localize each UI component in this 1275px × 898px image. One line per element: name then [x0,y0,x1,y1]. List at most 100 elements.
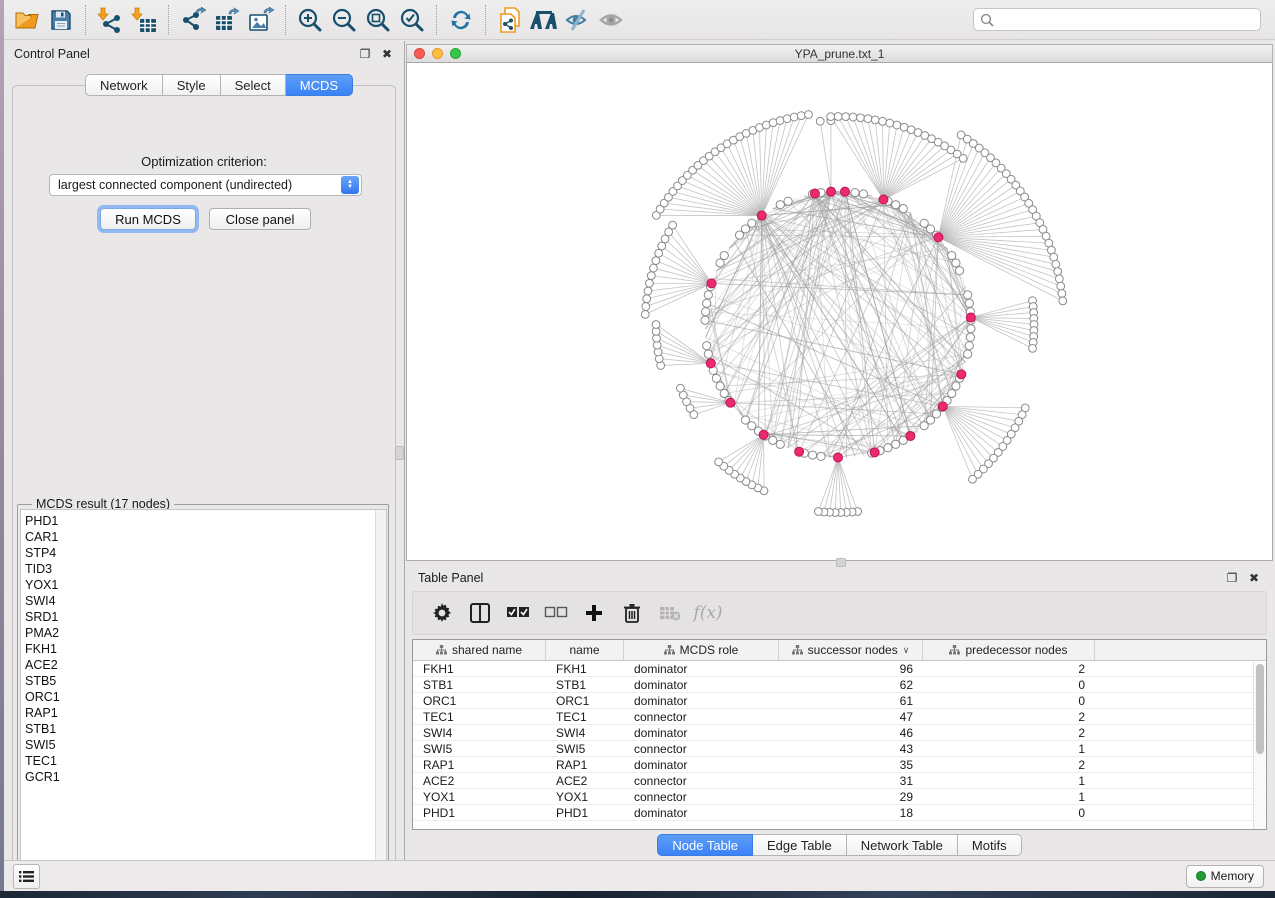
mcds-result-item[interactable]: STP4 [25,545,386,561]
table-cell: SWI5 [546,742,624,756]
delete-column-icon[interactable] [617,598,647,628]
function-builder-icon[interactable]: f(x) [693,598,723,628]
select-all-rows-icon[interactable] [503,598,533,628]
zoom-fit-icon[interactable] [361,4,395,36]
run-mcds-button[interactable]: Run MCDS [100,208,196,230]
tab-node-table[interactable]: Node Table [657,834,753,856]
table-scrollbar[interactable] [1253,662,1265,830]
import-network-icon[interactable] [93,4,127,36]
vertical-splitter-handle[interactable] [395,446,404,460]
mcds-result-item[interactable]: GCR1 [25,769,386,785]
table-scrollbar-thumb[interactable] [1256,664,1264,754]
search-icon [980,13,994,27]
table-cell: YOX1 [546,790,624,804]
search-input[interactable] [973,8,1261,31]
splitter-handle[interactable] [836,558,846,567]
desktop-wallpaper-bottom [0,891,1275,898]
network-view-window: YPA_prune.txt_1 [406,44,1273,561]
table-row[interactable]: PHD1PHD1dominator180 [413,805,1266,821]
export-table-icon[interactable] [210,4,244,36]
mcds-result-list[interactable]: PHD1CAR1STP4TID3YOX1SWI4SRD1PMA2FKH1ACE2… [20,509,387,873]
first-neighbors-icon[interactable] [527,4,561,36]
table-cell: dominator [624,694,779,708]
table-row[interactable]: RAP1RAP1dominator352 [413,757,1266,773]
sort-descending-icon[interactable]: ∨ [903,645,910,656]
table-row[interactable]: STB1STB1dominator620 [413,677,1266,693]
mcds-result-item[interactable]: PHD1 [25,513,386,529]
save-session-icon[interactable] [44,4,78,36]
show-all-icon[interactable] [595,4,629,36]
mcds-result-item[interactable]: CAR1 [25,529,386,545]
export-image-icon[interactable] [244,4,278,36]
column-header-MCDS-role[interactable]: MCDS role [624,640,779,660]
network-window-titlebar[interactable]: YPA_prune.txt_1 [406,44,1273,63]
deselect-all-rows-icon[interactable] [541,598,571,628]
add-column-icon[interactable] [579,598,609,628]
column-header-predecessor-nodes[interactable]: predecessor nodes [923,640,1095,660]
mcds-result-item[interactable]: ACE2 [25,657,386,673]
mcds-result-item[interactable]: TID3 [25,561,386,577]
mcds-result-item[interactable]: SWI5 [25,737,386,753]
close-panel-icon[interactable]: ✖ [1247,571,1261,585]
table-cell: 2 [923,662,1095,676]
mcds-result-item[interactable]: PMA2 [25,625,386,641]
memory-status-icon [1196,871,1206,881]
memory-button[interactable]: Memory [1186,865,1264,888]
hide-selected-icon[interactable] [561,4,595,36]
mcds-result-item[interactable]: STB1 [25,721,386,737]
table-row[interactable]: SWI4SWI4dominator462 [413,725,1266,741]
table-toolbar: f(x) [412,591,1267,635]
table-cell: SWI4 [413,726,546,740]
column-type-icon [949,645,960,655]
column-header-shared-name[interactable]: shared name [413,640,546,660]
task-history-button[interactable] [13,864,40,889]
table-cell: dominator [624,758,779,772]
search-field[interactable] [994,13,1254,27]
mcds-result-item[interactable]: YOX1 [25,577,386,593]
tab-motifs[interactable]: Motifs [958,834,1022,856]
network-graph[interactable] [407,63,1272,560]
mcds-result-item[interactable]: SRD1 [25,609,386,625]
tab-edge-table[interactable]: Edge Table [753,834,847,856]
table-row[interactable]: TEC1TEC1connector472 [413,709,1266,725]
tab-mcds[interactable]: MCDS [286,74,353,96]
mcds-result-item[interactable]: FKH1 [25,641,386,657]
table-row[interactable]: SWI5SWI5connector431 [413,741,1266,757]
zoom-in-icon[interactable] [293,4,327,36]
float-panel-icon[interactable]: ❐ [1225,571,1239,585]
import-table-icon[interactable] [127,4,161,36]
mcds-result-item[interactable]: SWI4 [25,593,386,609]
mcds-result-item[interactable]: RAP1 [25,705,386,721]
table-row[interactable]: YOX1YOX1connector291 [413,789,1266,805]
toolbar-separator [436,5,437,35]
column-header-name[interactable]: name [546,640,624,660]
table-panel-title: Table Panel [418,571,483,585]
split-table-icon[interactable] [465,598,495,628]
open-file-icon[interactable] [10,4,44,36]
tab-network-table[interactable]: Network Table [847,834,958,856]
control-panel-tab-content: NetworkStyleSelectMCDS Optimization crit… [12,85,396,889]
network-canvas[interactable] [406,63,1273,561]
mcds-result-item[interactable]: ORC1 [25,689,386,705]
zoom-out-icon[interactable] [327,4,361,36]
zoom-selected-icon[interactable] [395,4,429,36]
export-network-icon[interactable] [176,4,210,36]
table-row[interactable]: ORC1ORC1dominator610 [413,693,1266,709]
table-row[interactable]: ACE2ACE2connector311 [413,773,1266,789]
close-panel-button[interactable]: Close panel [209,208,311,230]
column-header-successor-nodes[interactable]: successor nodes∨ [779,640,923,660]
tab-network[interactable]: Network [85,74,163,96]
clone-network-icon[interactable] [493,4,527,36]
table-row[interactable]: FKH1FKH1dominator962 [413,661,1266,677]
refresh-layout-icon[interactable] [444,4,478,36]
mcds-list-scrollbar[interactable] [375,510,386,872]
mcds-result-item[interactable]: STB5 [25,673,386,689]
close-panel-icon[interactable]: ✖ [380,47,394,61]
criterion-dropdown[interactable]: largest connected component (undirected)… [49,174,362,196]
float-panel-icon[interactable]: ❐ [358,47,372,61]
delete-table-icon[interactable] [655,598,685,628]
tab-style[interactable]: Style [163,74,221,96]
mcds-result-item[interactable]: TEC1 [25,753,386,769]
table-settings-gear-icon[interactable] [427,598,457,628]
tab-select[interactable]: Select [221,74,286,96]
